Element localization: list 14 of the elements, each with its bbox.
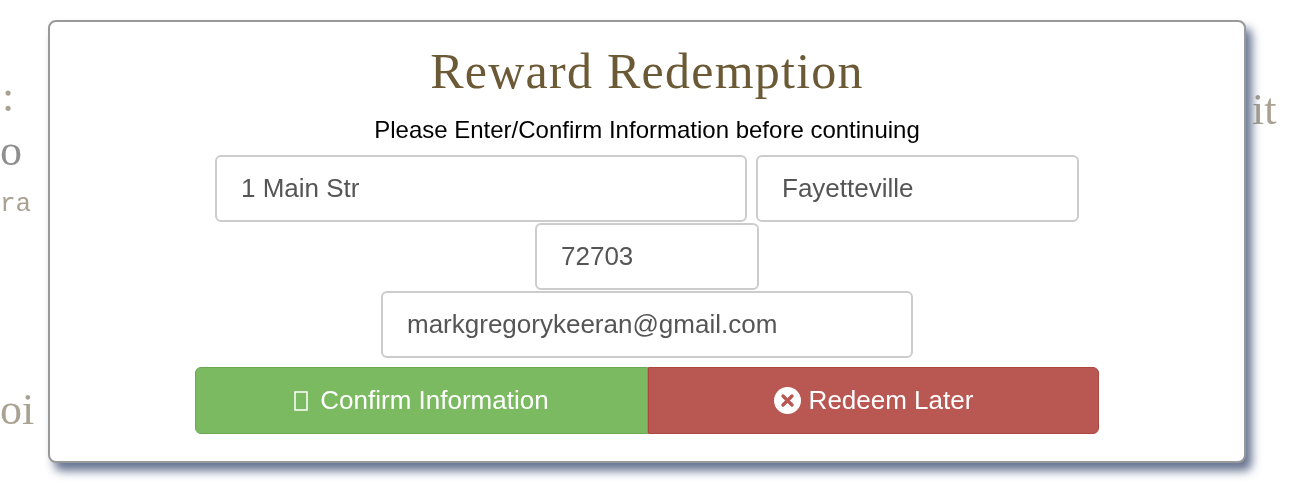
close-icon bbox=[773, 387, 801, 414]
redeem-later-button[interactable]: Redeem Later bbox=[648, 367, 1099, 434]
missing-glyph-icon bbox=[294, 390, 309, 411]
input-field[interactable]: 1 Main Str bbox=[215, 155, 747, 222]
page-text: ra bbox=[0, 188, 32, 220]
input-field[interactable]: markgregorykeeran@gmail.com bbox=[381, 291, 913, 358]
input-field[interactable]: 72703 bbox=[535, 223, 759, 290]
dialog-subtitle: Please Enter/Confirm Information before continuing bbox=[374, 115, 920, 145]
page-text: : bbox=[2, 72, 15, 122]
page-text: oi bbox=[0, 384, 35, 436]
input-field[interactable]: Fayetteville bbox=[756, 155, 1079, 222]
page-text: it bbox=[1252, 84, 1277, 136]
dialog-title: Reward Redemption bbox=[430, 42, 864, 101]
page-text: o bbox=[0, 126, 22, 176]
